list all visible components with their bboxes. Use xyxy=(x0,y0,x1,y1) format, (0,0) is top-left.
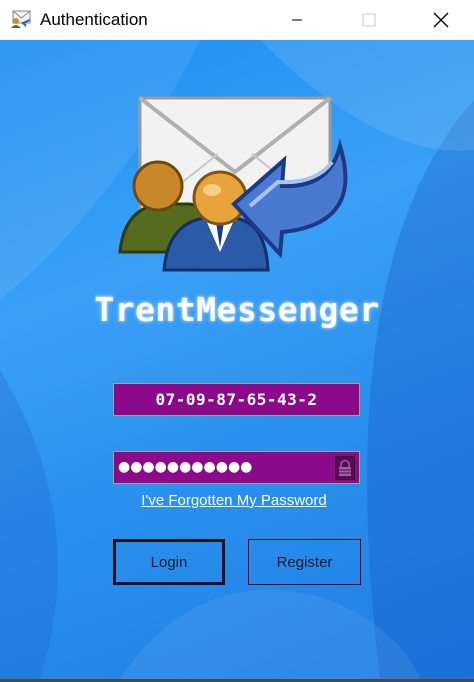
lock-icon[interactable] xyxy=(335,456,355,480)
app-name: TrentMessenger xyxy=(94,290,380,329)
app-icon xyxy=(11,10,31,28)
password-field[interactable]: ●●●●●●●●●●● xyxy=(113,451,360,484)
close-icon xyxy=(433,12,449,28)
close-button[interactable] xyxy=(418,0,464,40)
minimize-button[interactable] xyxy=(274,0,320,40)
messenger-logo xyxy=(118,96,348,272)
maximize-icon xyxy=(362,13,376,27)
register-button[interactable]: Register xyxy=(248,539,361,585)
password-value: ●●●●●●●●●●● xyxy=(118,459,253,475)
login-button[interactable]: Login xyxy=(113,539,225,585)
username-field[interactable]: 07-09-87-65-43-2 xyxy=(113,383,360,416)
title-bar: Authentication xyxy=(0,0,474,40)
maximize-button[interactable] xyxy=(346,0,392,40)
window-title: Authentication xyxy=(40,10,148,29)
minimize-icon xyxy=(292,19,302,21)
login-panel: TrentMessenger 07-09-87-65-43-2 ●●●●●●●●… xyxy=(0,40,474,679)
forgot-password-link[interactable]: I've Forgotten My Password xyxy=(0,492,468,509)
